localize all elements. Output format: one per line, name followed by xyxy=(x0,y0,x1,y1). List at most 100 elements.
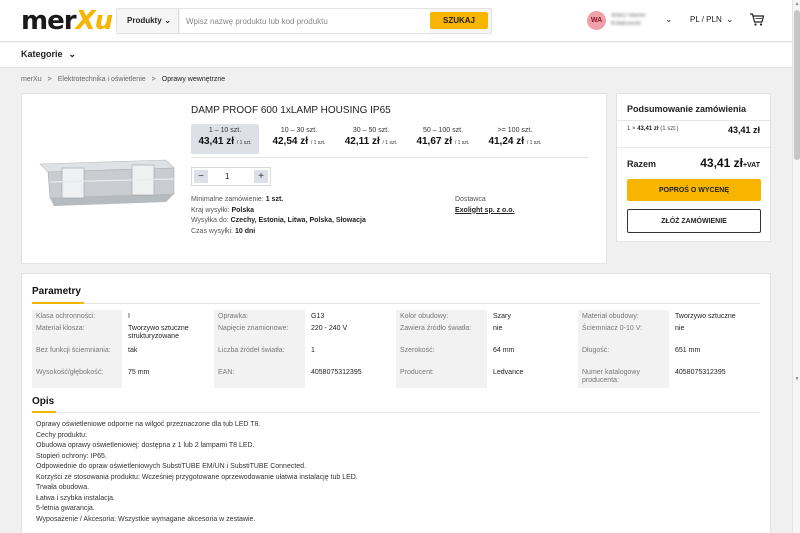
scrollbar-thumb[interactable] xyxy=(794,10,800,160)
page-scrollbar[interactable]: ▲ ▼ xyxy=(792,0,800,533)
description-line: Wyposażenie / Akcesoria: Wszystkie wymag… xyxy=(36,515,256,523)
summary-unit: (1 szt.) xyxy=(660,126,679,132)
info-row: Kraj wysyłki: Polska xyxy=(191,206,366,217)
product-card: DAMP PROOF 600 1xLAMP HOUSING IP65 1 – 1… xyxy=(21,93,607,264)
product-info: Minimalne zamówienie: 1 szt. Kraj wysyłk… xyxy=(191,195,366,237)
minus-icon[interactable]: − xyxy=(194,170,208,183)
param-value: Tworzywo sztuczne strukturyzowane xyxy=(128,325,189,340)
categories-menu[interactable]: Kategorie ⌄ xyxy=(21,49,76,60)
tier-price-wrap: 42,54 zł / 1 szt. xyxy=(265,136,333,147)
description-line: Łatwa i szybka instalacja. xyxy=(36,494,115,502)
description-text: Oprawy oświetleniowe odporne na wilgoć p… xyxy=(36,420,736,525)
tier-unit: / 1 szt. xyxy=(526,140,542,146)
divider xyxy=(617,120,770,121)
param-label: Napięcie znamionowe: xyxy=(214,322,305,344)
divider xyxy=(32,412,760,413)
tier-label: 50 – 100 szt. xyxy=(422,127,464,134)
param-label: Producent: xyxy=(396,366,487,388)
param-label: Szerokość: xyxy=(396,344,487,366)
supplier-label: Dostawca xyxy=(455,196,486,203)
tier-label: 30 – 50 szt. xyxy=(352,127,390,134)
summary-item-total: 43,41 zł xyxy=(727,125,760,135)
description-line: Korzyści ze stosowania produktu: Wcześni… xyxy=(36,473,358,481)
search-bar: Produkty ⌄ SZUKAJ xyxy=(116,8,492,34)
param-label: Zawiera źródło światła: xyxy=(396,322,487,344)
product-image[interactable] xyxy=(34,102,180,248)
description-title: Opis xyxy=(32,396,55,407)
description-line: Stopień ochrony: IP65. xyxy=(36,452,107,460)
user-menu-chevron-icon[interactable]: ⌄ xyxy=(665,14,673,25)
tier-unit: / 1 szt. xyxy=(454,140,470,146)
breadcrumb-item-current: Oprawy wewnętrzne xyxy=(161,76,226,83)
param-value: 1 xyxy=(311,347,315,354)
description-line: Obudowa oprawy oświetleniowej: dostępna … xyxy=(36,442,255,449)
param-value: 4058075312395 xyxy=(675,369,726,376)
supplier-link[interactable]: Exolight sp. z o.o. xyxy=(455,206,515,217)
info-row: Czas wysyłki: 10 dni xyxy=(191,227,366,238)
place-order-button[interactable]: ZŁÓŻ ZAMÓWIENIE xyxy=(627,209,761,233)
chevron-down-icon: ⌄ xyxy=(164,16,171,25)
param-value: 75 mm xyxy=(128,369,150,376)
tier-price-wrap: 42,11 zł / 1 szt. xyxy=(337,136,405,147)
categories-label: Kategorie xyxy=(21,49,63,59)
plus-icon[interactable]: + xyxy=(254,170,268,183)
section-underline xyxy=(32,302,84,304)
summary-qty: 1 × xyxy=(627,126,636,132)
scroll-down-icon[interactable]: ▼ xyxy=(793,376,800,382)
logo-accent: Xu xyxy=(75,6,114,36)
description-line: Oprawy oświetleniowe odporne na wilgoć p… xyxy=(36,421,261,428)
param-label: Wysokość/głębokość: xyxy=(32,366,122,388)
price-tier[interactable]: 10 – 30 szt. 42,54 zł / 1 szt. xyxy=(265,124,333,154)
breadcrumb-separator: > xyxy=(151,76,156,83)
cart-icon[interactable] xyxy=(749,11,765,27)
summary-price: 43,41 zł xyxy=(637,126,659,132)
user-name[interactable]: WIBO Marek Kołakowski xyxy=(611,12,657,28)
breadcrumb-item-category[interactable]: Elektrotechnika i oświetlenie xyxy=(58,76,146,83)
param-label: Ściemniacz 0-10 V: xyxy=(578,322,669,344)
price-tier[interactable]: 30 – 50 szt. 42,11 zł / 1 szt. xyxy=(337,124,405,154)
info-label: Minimalne zamówienie: xyxy=(191,196,264,203)
search-input[interactable] xyxy=(180,9,430,33)
param-value: Ledvance xyxy=(493,369,524,376)
description-line: Odpowiednie do opraw oświetleniowych Sub… xyxy=(36,463,307,470)
merxu-logo[interactable]: merXu xyxy=(21,6,114,36)
info-label: Czas wysyłki: xyxy=(191,227,234,235)
price-tier[interactable]: >= 100 szt. 41,24 zł / 1 szt. xyxy=(479,124,551,154)
param-label: Bez funkcji ściemniania: xyxy=(32,344,122,366)
info-value: Czechy, Estonia, Litwa, Polska, Słowacja xyxy=(230,217,366,224)
description-line: Cechy produktu: xyxy=(36,431,87,439)
parameters-card: Parametry Klasa ochronności: I Oprawka: … xyxy=(21,273,771,533)
supplier-block: Dostawca Exolight sp. z o.o. xyxy=(455,195,515,216)
tier-unit: / 1 szt. xyxy=(236,140,252,146)
info-row: Minimalne zamówienie: 1 szt. xyxy=(191,195,366,206)
price-tier[interactable]: 50 – 100 szt. 41,67 zł / 1 szt. xyxy=(407,124,479,154)
quantity-value[interactable]: 1 xyxy=(225,172,229,181)
info-label: Wysyłka do: xyxy=(191,217,229,224)
info-value: Polska xyxy=(231,206,255,214)
param-label: Liczba źródeł światła: xyxy=(214,344,305,366)
breadcrumb-separator: > xyxy=(47,76,52,83)
locale-selector[interactable]: PL / PLN xyxy=(690,15,722,24)
price-tier[interactable]: 1 – 10 szt. 43,41 zł / 1 szt. xyxy=(191,124,259,154)
search-button[interactable]: SZUKAJ xyxy=(430,12,488,29)
breadcrumb-item-home[interactable]: merXu xyxy=(21,76,42,83)
product-title: DAMP PROOF 600 1xLAMP HOUSING IP65 xyxy=(191,105,391,116)
tier-unit: / 1 szt. xyxy=(382,140,398,146)
param-value: nie xyxy=(675,325,685,332)
order-summary: Podsumowanie zamówienia 1 × 43,41 zł (1 … xyxy=(616,93,771,242)
scroll-up-icon[interactable]: ▲ xyxy=(793,1,800,7)
breadcrumb: merXu > Elektrotechnika i oświetlenie > Opra… xyxy=(21,76,225,83)
tier-label: 1 – 10 szt. xyxy=(208,127,242,134)
info-value: 10 dni xyxy=(234,227,256,235)
tier-label: >= 100 szt. xyxy=(497,127,533,134)
tier-price: 41,67 zł xyxy=(416,136,453,147)
search-category-select[interactable]: Produkty ⌄ xyxy=(117,9,179,33)
user-avatar[interactable]: WA xyxy=(587,11,606,30)
parameters-title: Parametry xyxy=(32,286,81,297)
tier-price: 43,41 zł xyxy=(198,136,235,147)
description-line: 5-letnia gwarancja. xyxy=(36,505,95,512)
top-header: merXu Produkty ⌄ SZUKAJ WA WIBO Marek Ko… xyxy=(0,0,792,42)
locale-chevron-icon[interactable]: ⌄ xyxy=(726,14,734,25)
request-quote-button[interactable]: POPROŚ O WYCENĘ xyxy=(627,179,761,201)
param-label: Materiał klosza: xyxy=(32,322,122,344)
